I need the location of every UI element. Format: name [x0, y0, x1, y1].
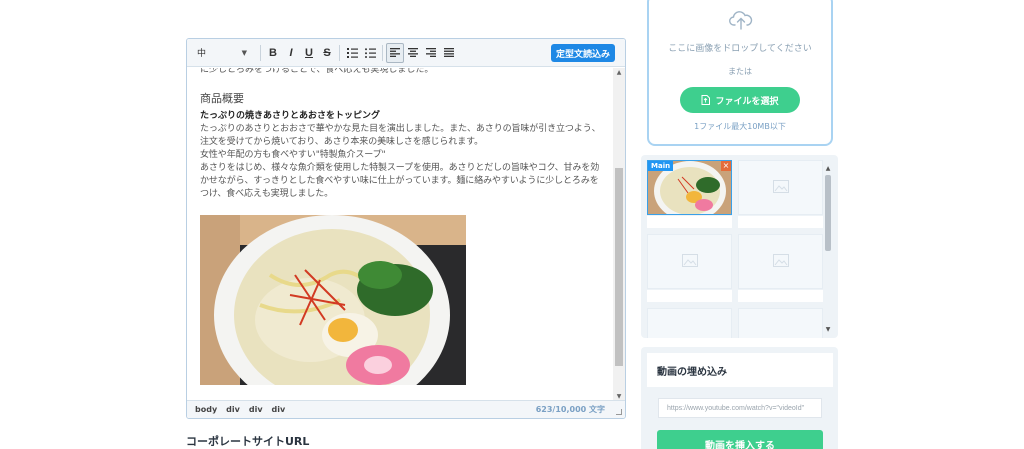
image-drop-zone[interactable]: ここに画像をドロップしてください または ファイルを選択 1ファイル最大10MB…: [647, 0, 833, 146]
editor-statusbar: body div div div 623/10,000 文字: [187, 400, 625, 418]
paragraph: 女性や年配の方も食べやすい"特製魚介スープ": [200, 150, 386, 160]
align-center-button[interactable]: [404, 43, 422, 63]
video-url-input[interactable]: https://www.youtube.com/watch?v="videoId…: [658, 398, 822, 418]
scrollbar-thumb[interactable]: [825, 175, 831, 251]
select-file-label: ファイルを選択: [715, 96, 779, 107]
section-heading: 商品概要: [200, 92, 244, 105]
thumbnail-caption: [647, 216, 732, 228]
resize-handle-icon[interactable]: [616, 409, 622, 415]
thumbnail-main[interactable]: Main ×: [647, 160, 732, 215]
main-badge: Main: [648, 161, 674, 171]
ordered-list-button[interactable]: [343, 43, 361, 63]
font-size-value: 中: [197, 49, 207, 59]
image-thumbnail-grid: Main × ▲ ▼: [641, 155, 838, 338]
editor-toolbar: 中 ▼ B I U S 定型文読込み: [187, 39, 625, 67]
paragraph: あさりをはじめ、様々な魚介類を使用した特製スープを使用。あさりとだしの旨味やコク…: [200, 163, 600, 199]
file-icon: [701, 95, 711, 105]
element-path-item[interactable]: div: [272, 405, 286, 414]
bold-heading: たっぷりの焼きあさりとあおさをトッピング: [200, 111, 381, 121]
ordered-list-icon: [346, 47, 358, 58]
drop-instruction: ここに画像をドロップしてください: [668, 44, 812, 54]
select-file-button[interactable]: ファイルを選択: [680, 87, 800, 113]
chevron-down-icon: ▼: [241, 48, 247, 57]
align-right-icon: [426, 48, 436, 57]
align-right-button[interactable]: [422, 43, 440, 63]
or-separator: または: [728, 67, 752, 76]
image-placeholder-icon: [773, 254, 789, 267]
load-template-button[interactable]: 定型文読込み: [550, 44, 615, 62]
rich-text-editor: 中 ▼ B I U S 定型文読込み に少しとろみをつけることで、食べ応えも実現…: [186, 38, 626, 419]
italic-button[interactable]: I: [282, 43, 300, 63]
video-embed-panel: 動画の埋め込み https://www.youtube.com/watch?v=…: [641, 347, 838, 449]
insert-video-button[interactable]: 動画を挿入する: [657, 430, 823, 449]
thumbnail-placeholder[interactable]: [738, 234, 823, 289]
file-size-limit: 1ファイル最大10MB以下: [694, 122, 786, 131]
thumbnail-placeholder[interactable]: [738, 160, 823, 215]
image-placeholder-icon: [773, 180, 789, 193]
toolbar-divider: [339, 44, 340, 61]
image-placeholder-icon: [682, 254, 698, 267]
align-justify-icon: [444, 48, 454, 57]
editor-content[interactable]: に少しとろみをつけることで、食べ応えも実現しました。 商品概要 たっぷりの焼きあ…: [187, 68, 613, 402]
toolbar-divider: [382, 44, 383, 61]
character-counter: 623/10,000 文字: [535, 405, 605, 414]
thumbnail-placeholder[interactable]: [647, 234, 732, 289]
editor-scrollbar[interactable]: ▲ ▼: [613, 68, 625, 402]
video-embed-title: 動画の埋め込み: [647, 353, 833, 387]
toolbar-divider: [260, 44, 261, 61]
font-size-select[interactable]: 中 ▼: [193, 43, 251, 63]
ramen-image: [200, 215, 466, 385]
bold-button[interactable]: B: [264, 43, 282, 63]
element-path-item[interactable]: div: [249, 405, 263, 414]
strikethrough-button[interactable]: S: [318, 43, 336, 63]
thumbnail-caption: [647, 290, 732, 302]
corporate-site-url-label: コーポレートサイトURL: [186, 435, 310, 448]
ramen-photo: [200, 215, 466, 385]
scrollbar-thumb[interactable]: [615, 168, 623, 366]
align-left-icon: [390, 48, 400, 57]
scroll-up-icon[interactable]: ▲: [824, 165, 832, 172]
thumbnail-placeholder[interactable]: [647, 308, 732, 338]
bullet-list-button[interactable]: [361, 43, 379, 63]
thumbnail-caption: [738, 216, 823, 228]
text-line: に少しとろみをつけることで、食べ応えも実現しました。: [200, 68, 434, 75]
thumbnail-scrollbar[interactable]: ▲ ▼: [824, 165, 832, 333]
delete-icon[interactable]: ×: [721, 161, 731, 171]
thumbnail-caption: [738, 290, 823, 302]
align-left-button[interactable]: [386, 42, 404, 63]
thumbnail-placeholder[interactable]: [738, 308, 823, 338]
paragraph: たっぷりのあさりとおおさで華やかな見た目を演出しました。また、あさりの旨味が引き…: [200, 124, 601, 147]
align-justify-button[interactable]: [440, 43, 458, 63]
align-center-icon: [408, 48, 418, 57]
underline-button[interactable]: U: [300, 43, 318, 63]
element-path-item[interactable]: div: [226, 405, 240, 414]
scroll-down-icon[interactable]: ▼: [824, 326, 832, 333]
element-path-item[interactable]: body: [195, 405, 217, 414]
scroll-up-icon[interactable]: ▲: [613, 68, 625, 78]
bullet-list-icon: [364, 47, 376, 58]
cloud-upload-icon: [729, 11, 753, 30]
